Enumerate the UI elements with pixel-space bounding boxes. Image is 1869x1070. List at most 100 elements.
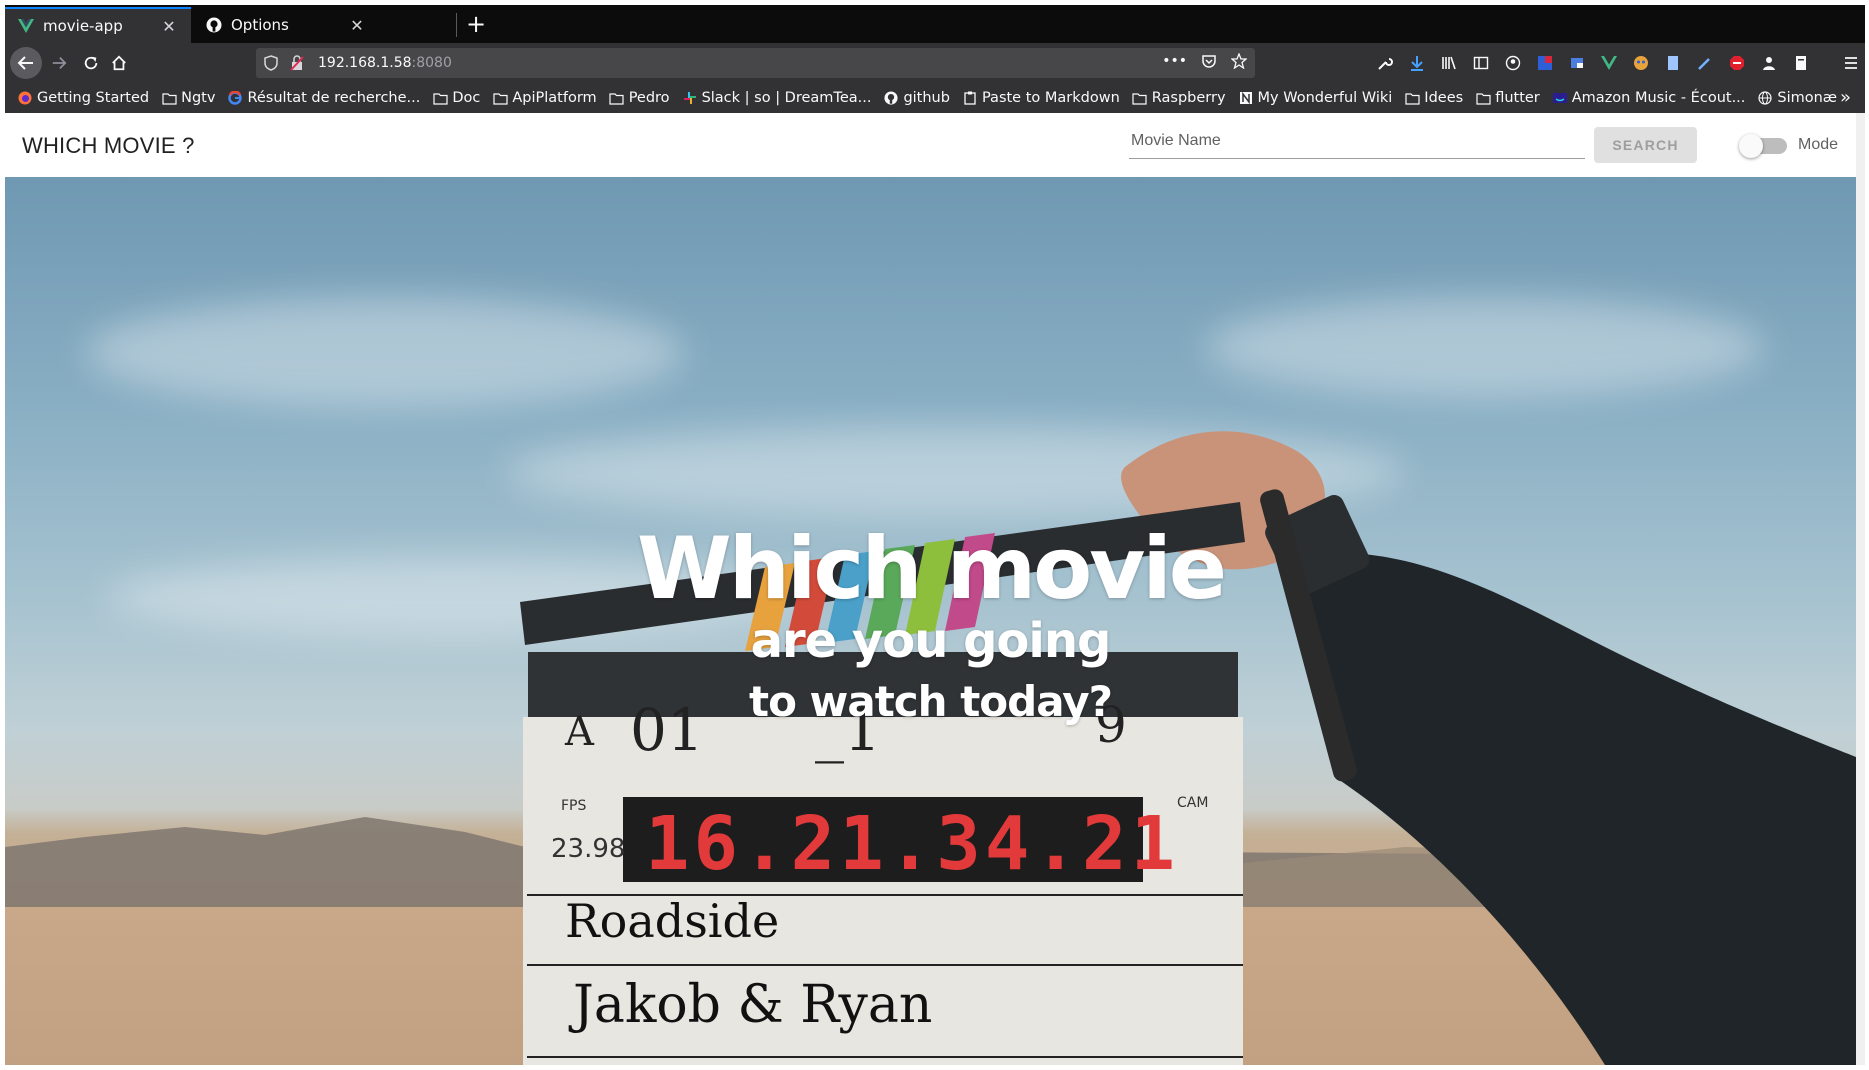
- close-tab-icon[interactable]: ✕: [347, 15, 367, 35]
- google-icon: [227, 90, 243, 106]
- bookmark-label: Résultat de recherche...: [247, 90, 421, 106]
- svg-text:FPS: FPS: [561, 798, 586, 814]
- download-icon[interactable]: [1407, 53, 1427, 73]
- globe-icon: [1757, 90, 1773, 106]
- bookmark-folder[interactable]: Ngtv: [161, 90, 215, 106]
- bookmark-folder[interactable]: ApiPlatform: [492, 90, 597, 106]
- page-actions-icon[interactable]: •••: [1162, 53, 1187, 73]
- browser-window: movie-app ✕ Options ✕ + 192.168.1.58:808…: [5, 5, 1865, 1065]
- new-tab-button[interactable]: +: [461, 11, 491, 39]
- tab-title: Options: [231, 16, 289, 34]
- hero-banner: 16.21.34.21 A 01 _1 9 FPS 23.98 CAM Road…: [5, 177, 1856, 1065]
- svg-text:Roadside: Roadside: [565, 894, 779, 948]
- folder-icon: [1132, 90, 1148, 106]
- bookmark-item[interactable]: Paste to Markdown: [962, 90, 1120, 106]
- bookmark-item[interactable]: Résultat de recherche...: [227, 90, 420, 106]
- translate-extension-icon[interactable]: [1535, 53, 1555, 73]
- tab-title: movie-app: [43, 17, 123, 35]
- pen-extension-icon[interactable]: [1695, 53, 1715, 73]
- pocket-icon[interactable]: [1201, 53, 1217, 73]
- screenshot-extension-icon[interactable]: [1567, 53, 1587, 73]
- svg-text:16.21.34.21: 16.21.34.21: [645, 801, 1179, 887]
- bookmark-item[interactable]: Getting Started: [17, 90, 149, 106]
- arrow-left-icon: [17, 56, 33, 70]
- menu-icon[interactable]: [1841, 53, 1861, 73]
- web-app: WHICH MOVIE ? SEARCH Mode: [5, 113, 1856, 1065]
- bookmark-folder[interactable]: Raspberry: [1132, 90, 1226, 106]
- movie-name-input[interactable]: [1129, 123, 1585, 158]
- sidebar-icon[interactable]: [1471, 53, 1491, 73]
- vue-logo-icon: [17, 17, 35, 35]
- svg-text:23.98: 23.98: [551, 834, 625, 864]
- folder-icon: [492, 90, 508, 106]
- chevron-double-right-icon[interactable]: »: [1840, 87, 1851, 108]
- back-button[interactable]: [10, 47, 42, 79]
- tab-movie-app[interactable]: movie-app ✕: [5, 7, 191, 43]
- bookmark-label: Simonæ: [1777, 90, 1838, 106]
- bookmark-item[interactable]: Slack | so | DreamTea...: [682, 90, 872, 106]
- search-field[interactable]: [1129, 123, 1585, 159]
- bookmark-item[interactable]: My Wonderful Wiki: [1238, 90, 1393, 106]
- amazon-music-icon: [1552, 90, 1568, 106]
- library-icon[interactable]: [1439, 53, 1459, 73]
- url-bar[interactable]: 192.168.1.58:8080 •••: [256, 48, 1255, 78]
- mode-label: Mode: [1798, 136, 1839, 153]
- user-extension-icon[interactable]: [1759, 53, 1779, 73]
- account-icon[interactable]: [1503, 53, 1523, 73]
- app-toolbar: WHICH MOVIE ? SEARCH Mode: [5, 113, 1856, 177]
- bookmark-label: Idees: [1424, 90, 1464, 106]
- bookmark-label: Pedro: [628, 90, 670, 106]
- bookmark-folder[interactable]: Idees: [1404, 90, 1463, 106]
- vue-devtools-icon[interactable]: [1599, 53, 1619, 73]
- github-icon: [883, 90, 899, 106]
- home-button[interactable]: [103, 47, 135, 79]
- svg-text:Jakob & Ryan: Jakob & Ryan: [568, 975, 932, 1035]
- notion-icon: [1238, 90, 1254, 106]
- reader-extension-icon[interactable]: [1791, 53, 1811, 73]
- extension-face-icon[interactable]: [1631, 53, 1651, 73]
- bookmark-item[interactable]: Simonæ: [1757, 90, 1837, 106]
- shield-icon[interactable]: [264, 55, 282, 71]
- bookmark-folder[interactable]: flutter: [1475, 90, 1540, 106]
- bookmark-folder[interactable]: Pedro: [609, 90, 670, 106]
- adblock-icon[interactable]: [1727, 53, 1747, 73]
- page-scrollbar[interactable]: [1856, 113, 1865, 1065]
- wrench-icon[interactable]: [1375, 53, 1395, 73]
- clipboard-icon: [962, 90, 978, 106]
- url-port: :8080: [411, 55, 452, 71]
- note-extension-icon[interactable]: [1663, 53, 1683, 73]
- bookmark-folder[interactable]: Doc: [432, 90, 480, 106]
- reload-icon: [84, 56, 98, 70]
- tab-options[interactable]: Options ✕: [193, 7, 379, 43]
- bookmark-label: Slack | so | DreamTea...: [701, 90, 872, 106]
- star-icon[interactable]: [1230, 52, 1248, 73]
- toolbar-icons: [1375, 53, 1861, 73]
- bookmark-item[interactable]: Amazon Music - Écout...: [1552, 90, 1745, 106]
- bookmark-label: ApiPlatform: [512, 90, 597, 106]
- slack-icon: [682, 90, 698, 106]
- home-icon: [112, 55, 126, 71]
- tab-strip: movie-app ✕ Options ✕ +: [5, 5, 1865, 43]
- bookmark-label: Paste to Markdown: [981, 90, 1120, 106]
- folder-icon: [432, 90, 448, 106]
- close-tab-icon[interactable]: ✕: [159, 16, 179, 36]
- svg-text:CAM: CAM: [1177, 795, 1208, 811]
- bookmarks-toolbar: Getting Started Ngtv Résultat de recherc…: [5, 83, 1865, 113]
- folder-icon: [161, 90, 177, 106]
- folder-icon: [609, 90, 625, 106]
- navigation-toolbar: 192.168.1.58:8080 •••: [5, 43, 1865, 83]
- folder-icon: [1475, 90, 1491, 106]
- bookmark-label: Doc: [452, 90, 481, 106]
- toggle-thumb[interactable]: [1739, 134, 1763, 158]
- hero-line-1: Which movie: [636, 519, 1227, 619]
- tab-divider: [456, 13, 457, 37]
- bookmark-label: Getting Started: [37, 90, 150, 106]
- search-button[interactable]: SEARCH: [1594, 127, 1697, 163]
- firefox-icon: [17, 90, 33, 106]
- url-text[interactable]: 192.168.1.58:8080: [318, 55, 452, 71]
- insecure-lock-icon[interactable]: [290, 55, 308, 71]
- mode-toggle[interactable]: [1739, 133, 1789, 159]
- bookmark-label: My Wonderful Wiki: [1257, 90, 1393, 106]
- forward-button[interactable]: [43, 47, 75, 79]
- bookmark-item[interactable]: github: [883, 90, 950, 106]
